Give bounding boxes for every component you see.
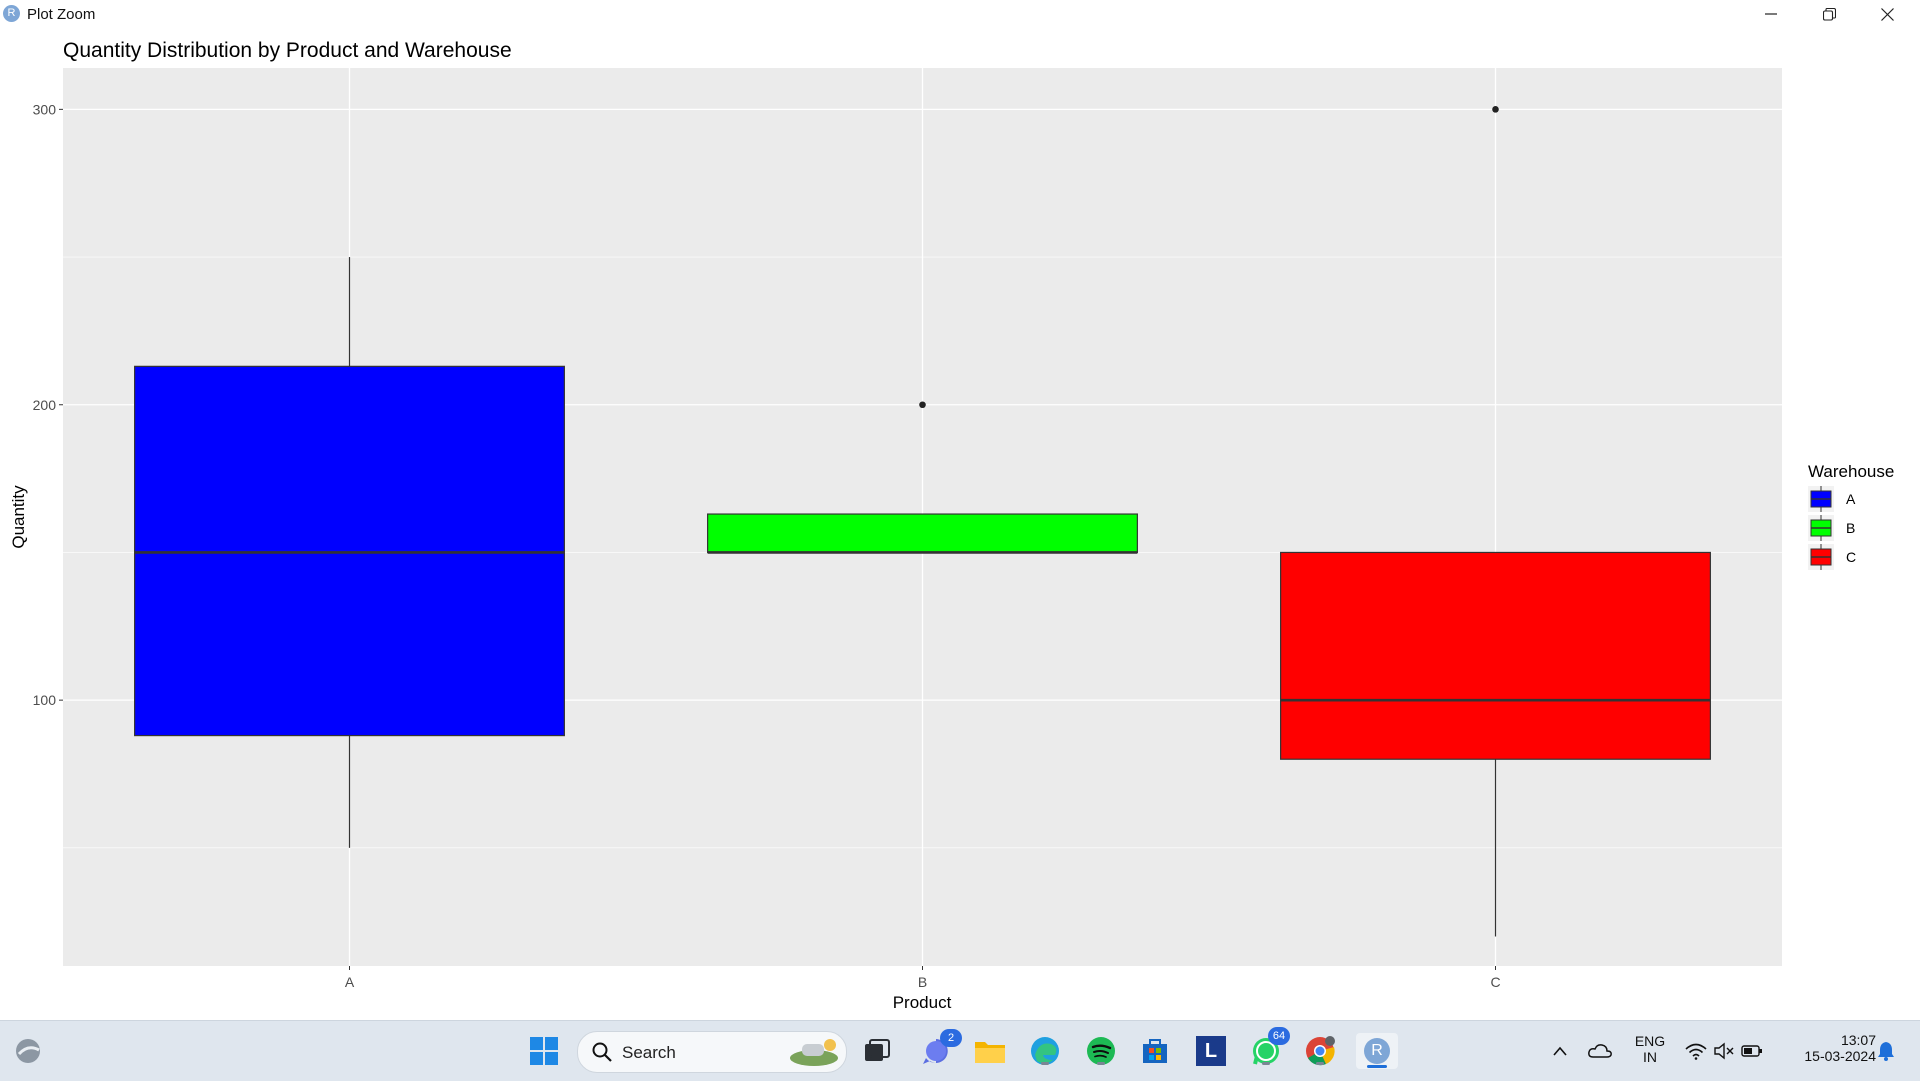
- outlier-point: [919, 401, 926, 409]
- whatsapp-running-indicator: [1262, 1062, 1270, 1065]
- cloud-icon: [1588, 1044, 1612, 1058]
- chrome-running-indicator: [1316, 1062, 1324, 1065]
- plot-canvas: Quantity Distribution by Product and War…: [9, 39, 1894, 1012]
- l-app-button[interactable]: L: [1193, 1033, 1229, 1069]
- minimize-icon: [1765, 13, 1777, 15]
- close-button[interactable]: [1858, 0, 1916, 28]
- l-app-icon: L: [1196, 1036, 1226, 1066]
- search-label: Search: [622, 1043, 676, 1062]
- window-title-bar: R Plot Zoom: [0, 0, 1920, 28]
- legend: Warehouse ABC: [1808, 462, 1894, 570]
- x-tick-label: B: [918, 974, 927, 990]
- teams-chat-button[interactable]: 2: [918, 1029, 962, 1069]
- wifi-icon: [1685, 1043, 1707, 1060]
- edge-running-indicator: [1041, 1062, 1049, 1065]
- restore-icon: [1822, 7, 1836, 21]
- legend-label: A: [1846, 491, 1856, 507]
- clock-date: 15-03-2024: [1804, 1048, 1876, 1064]
- legend-item-b: B: [1808, 515, 1855, 541]
- volume-muted-icon: [1714, 1042, 1734, 1060]
- onedrive-button[interactable]: [1585, 1033, 1615, 1069]
- minimize-button[interactable]: [1742, 0, 1800, 28]
- legend-item-c: C: [1808, 544, 1856, 570]
- legend-label: B: [1846, 520, 1855, 536]
- keyboard-region: IN: [1643, 1049, 1657, 1065]
- legend-title: Warehouse: [1808, 462, 1894, 481]
- notifications-button[interactable]: [1870, 1033, 1902, 1069]
- whatsapp-button[interactable]: 64: [1248, 1027, 1290, 1069]
- battery-icon: [1741, 1045, 1762, 1057]
- clock[interactable]: 13:07 15-03-2024: [1780, 1032, 1876, 1064]
- r-gui-active-indicator: [1367, 1065, 1387, 1068]
- file-explorer-button[interactable]: [972, 1033, 1008, 1069]
- edge-browser-button[interactable]: [1027, 1033, 1063, 1069]
- box-iqr: [1280, 551, 1711, 760]
- chart-title: Quantity Distribution by Product and War…: [63, 39, 512, 62]
- window-title: Plot Zoom: [27, 6, 96, 23]
- r-app-icon: R: [3, 5, 20, 22]
- chevron-up-icon: [1553, 1046, 1567, 1056]
- widgets-button[interactable]: [10, 1033, 46, 1069]
- close-icon: [1880, 7, 1894, 21]
- box-iqr: [707, 513, 1138, 554]
- outlier-point: [1492, 106, 1499, 113]
- weather-widget-icon: [16, 1039, 40, 1063]
- show-hidden-icons-button[interactable]: [1546, 1033, 1574, 1069]
- y-axis-label: Quantity: [9, 485, 28, 549]
- restore-button[interactable]: [1800, 0, 1858, 28]
- clock-time: 13:07: [1840, 1032, 1876, 1048]
- language-indicator[interactable]: ENG IN: [1630, 1033, 1670, 1065]
- teams-chat-badge: 2: [940, 1029, 962, 1047]
- legend-item-a: A: [1808, 486, 1856, 512]
- task-view-button[interactable]: [859, 1033, 895, 1069]
- microsoft-store-button[interactable]: [1137, 1033, 1173, 1069]
- y-tick-label: 300: [33, 101, 57, 117]
- task-view-icon: [865, 1039, 890, 1061]
- y-tick-label: 200: [33, 397, 57, 413]
- language-code: ENG: [1634, 1033, 1666, 1049]
- taskbar-search-box[interactable]: Search: [577, 1031, 847, 1073]
- quick-settings-button[interactable]: [1684, 1033, 1764, 1069]
- bell-icon: [1878, 1042, 1894, 1061]
- chrome-button[interactable]: [1302, 1033, 1338, 1069]
- spotify-button[interactable]: [1083, 1033, 1119, 1069]
- y-tick-label: 100: [33, 692, 57, 708]
- microsoft-store-icon: [1143, 1039, 1167, 1063]
- spotify-running-indicator: [1097, 1062, 1105, 1065]
- folder-icon: [975, 1042, 1005, 1063]
- taskbar: Search 2 L 64 R ENG IN 13:07 15-03-2024: [0, 1020, 1920, 1081]
- r-gui-icon: R: [1364, 1038, 1390, 1064]
- r-gui-button[interactable]: R: [1356, 1033, 1398, 1069]
- box-iqr: [134, 365, 565, 737]
- x-axis-label: Product: [893, 993, 952, 1012]
- windows-logo-icon: [530, 1037, 558, 1065]
- search-icon: [592, 1042, 612, 1062]
- legend-label: C: [1846, 549, 1856, 565]
- start-button[interactable]: [526, 1033, 562, 1069]
- search-highlight-icon: [790, 1039, 838, 1066]
- x-tick-label: C: [1490, 974, 1500, 990]
- whatsapp-badge: 64: [1268, 1027, 1290, 1045]
- x-tick-label: A: [345, 974, 355, 990]
